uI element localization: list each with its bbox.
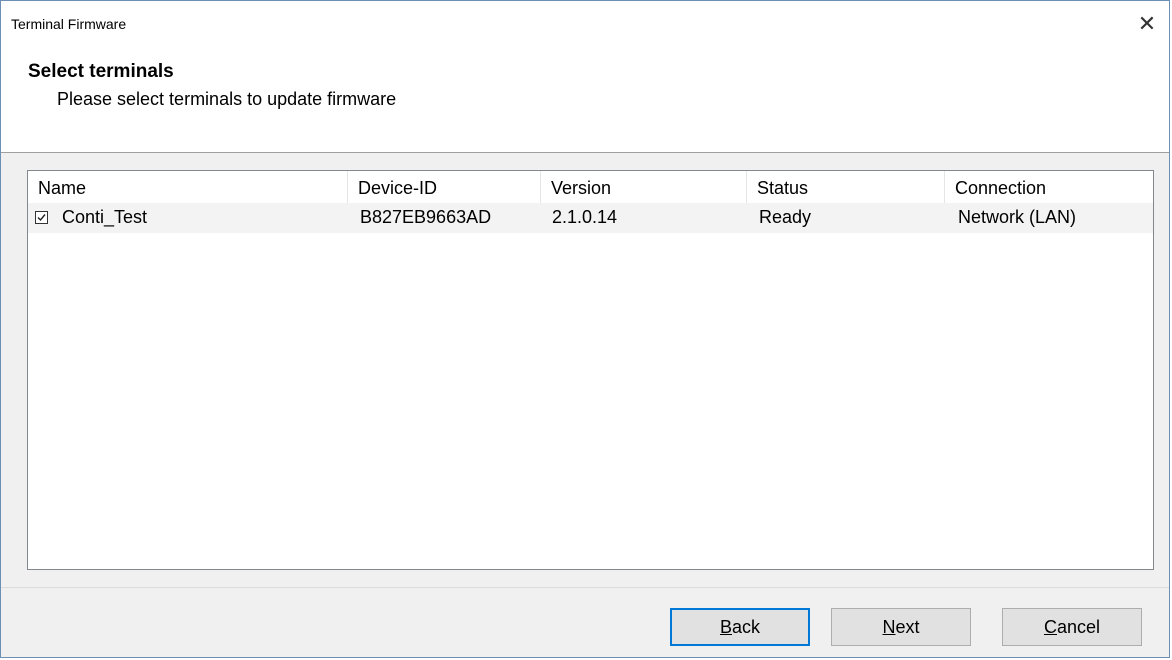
dialog-window: Terminal Firmware ✕ Select terminals Ple… [0,0,1170,658]
close-button[interactable]: ✕ [1131,9,1163,39]
cell-status: Ready [759,207,812,227]
cell-device-id: B827EB9663AD [360,207,492,227]
cell-name: Conti_Test [62,207,148,227]
page-title: Select terminals [28,61,174,82]
checkmark-icon [37,214,46,222]
close-icon: ✕ [1137,11,1157,36]
column-header-connection[interactable]: Connection [945,171,1152,203]
list-header: Name Device-ID Version Status Connection [28,171,1153,203]
footer-divider [1,587,1169,588]
page-subtitle: Please select terminals to update firmwa… [57,89,397,109]
column-header-status[interactable]: Status [747,171,945,203]
cell-connection: Network (LAN) [958,207,1077,227]
terminals-list[interactable]: Name Device-ID Version Status Connection… [27,170,1154,570]
row-checkbox[interactable] [35,211,48,224]
cancel-button[interactable]: Cancel [1002,608,1142,646]
next-button[interactable]: Next [831,608,971,646]
column-header-version[interactable]: Version [541,171,747,203]
wizard-header: Select terminals Please select terminals… [1,47,1169,153]
cell-version: 2.1.0.14 [552,207,618,227]
column-header-name[interactable]: Name [28,171,348,203]
back-button[interactable]: Back [670,608,810,646]
table-row[interactable]: Conti_Test B827EB9663AD 2.1.0.14 Ready N… [28,203,1153,233]
column-header-device-id[interactable]: Device-ID [348,171,541,203]
title-bar: Terminal Firmware ✕ [1,1,1169,47]
window-title: Terminal Firmware [11,16,127,32]
